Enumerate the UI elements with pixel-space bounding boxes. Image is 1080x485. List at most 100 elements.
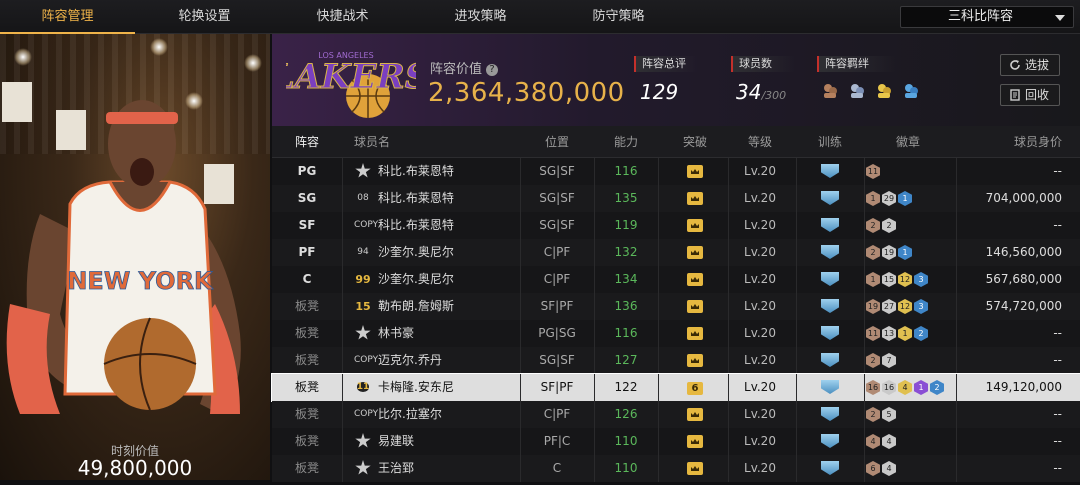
training-shield-icon[interactable]	[821, 353, 839, 367]
divider	[796, 401, 797, 428]
crown-icon[interactable]	[687, 246, 703, 259]
player-name[interactable]: 迈克尔.乔丹	[378, 347, 518, 374]
player-card-badge: 11	[356, 382, 370, 392]
divider	[956, 455, 957, 482]
crown-icon[interactable]	[687, 408, 703, 421]
crown-icon[interactable]	[687, 165, 703, 178]
col-level[interactable]: 等级	[722, 126, 798, 158]
divider	[594, 428, 595, 455]
crown-icon[interactable]	[687, 273, 703, 286]
player-name[interactable]: 比尔.拉塞尔	[378, 401, 518, 428]
bond-bronze-icon[interactable]	[821, 82, 839, 100]
player-name[interactable]: 沙奎尔.奥尼尔	[378, 239, 518, 266]
table-row[interactable]: SF COPY 科比.布莱恩特 SG|SF 119 Lv.20 22 --	[272, 212, 1080, 239]
emblem-bronze-icon: 4	[866, 434, 880, 449]
roster-table-body: PG 科比.布莱恩特 SG|SF 116 Lv.20 11 -- SG 08 科…	[271, 158, 1080, 482]
crown-icon[interactable]	[687, 462, 703, 475]
col-player-name[interactable]: 球员名	[352, 126, 392, 158]
col-emblem[interactable]: 徽章	[884, 126, 932, 158]
tab-quick-tactics[interactable]: 快捷战术	[275, 0, 410, 34]
divider	[864, 455, 865, 482]
crown-icon[interactable]	[687, 354, 703, 367]
divider	[342, 347, 343, 374]
player-badge: 15	[354, 298, 372, 315]
player-name[interactable]: 科比.布莱恩特	[378, 212, 518, 239]
divider	[520, 374, 521, 401]
training-shield-icon[interactable]	[821, 218, 839, 232]
player-name[interactable]: 王治郅	[378, 455, 518, 482]
table-row[interactable]: 板凳 易建联 PF|C 110 Lv.20 44 --	[272, 428, 1080, 455]
lineup-value-label-text: 阵容价值	[430, 62, 483, 77]
divider	[956, 239, 957, 266]
player-position: C|PF	[543, 272, 571, 286]
bond-silver-icon[interactable]	[848, 82, 866, 100]
training-shield-icon[interactable]	[821, 191, 839, 205]
table-row[interactable]: 板凳 王治郅 C 110 Lv.20 64 --	[272, 455, 1080, 482]
col-position[interactable]: 位置	[522, 126, 592, 158]
recycle-button[interactable]: 回收	[1000, 84, 1060, 106]
col-training[interactable]: 训练	[808, 126, 852, 158]
divider	[520, 428, 521, 455]
table-row[interactable]: 板凳 15 勒布朗.詹姆斯 SF|PF 136 Lv.20 19 27 12 3 57…	[272, 293, 1080, 320]
crown-icon[interactable]	[687, 192, 703, 205]
player-name[interactable]: 易建联	[378, 428, 518, 455]
divider	[342, 158, 343, 185]
table-row[interactable]: C 99 沙奎尔.奥尼尔 C|PF 134 Lv.20 1 15 12 3 567,6…	[272, 266, 1080, 293]
top-nav: 阵容管理 轮换设置 快捷战术 进攻策略 防守策略 三科比阵容	[0, 0, 1080, 34]
player-card-badge: COPY	[354, 355, 379, 365]
crown-icon[interactable]	[687, 219, 703, 232]
player-power: 134	[614, 272, 638, 286]
player-name[interactable]: 勒布朗.詹姆斯	[378, 293, 518, 320]
col-power[interactable]: 能力	[598, 126, 654, 158]
team-select-dropdown[interactable]: 三科比阵容	[900, 6, 1074, 28]
tab-lineup-management[interactable]: 阵容管理	[0, 0, 135, 34]
help-icon[interactable]: ?	[486, 63, 499, 76]
table-row[interactable]: 板凳 11 卡梅隆.安东尼 SF|PF 122 6 Lv.20 16 16 4 1 2 …	[271, 373, 1080, 402]
divider	[594, 266, 595, 293]
divider	[956, 212, 957, 239]
player-count-label: 球员数	[731, 56, 795, 72]
player-level: Lv.20	[744, 380, 776, 394]
tab-offense-strategy[interactable]: 进攻策略	[413, 0, 548, 34]
col-lineup[interactable]: 阵容	[272, 126, 342, 158]
divider	[796, 374, 797, 401]
player-name[interactable]: 林书豪	[378, 320, 518, 347]
player-power: 116	[614, 326, 638, 340]
crown-icon[interactable]	[687, 300, 703, 313]
training-shield-icon[interactable]	[821, 434, 839, 448]
player-name[interactable]: 沙奎尔.奥尼尔	[378, 266, 518, 293]
table-row[interactable]: SG 08 科比.布莱恩特 SG|SF 135 Lv.20 1 29 1 704,0…	[272, 185, 1080, 212]
col-breakthrough[interactable]: 突破	[672, 126, 718, 158]
bond-blue-icon[interactable]	[902, 82, 920, 100]
player-name[interactable]: 卡梅隆.安东尼	[378, 374, 518, 401]
player-star-icon	[355, 163, 371, 178]
training-shield-icon[interactable]	[821, 461, 839, 475]
training-shield-icon[interactable]	[821, 164, 839, 178]
player-name[interactable]: 科比.布莱恩特	[378, 158, 518, 185]
player-card[interactable]: NEW YORK 时刻价值 49,800,000	[0, 34, 270, 480]
player-name[interactable]: 科比.布莱恩特	[378, 185, 518, 212]
training-shield-icon[interactable]	[821, 245, 839, 259]
training-shield-icon[interactable]	[821, 407, 839, 421]
divider	[864, 212, 865, 239]
table-row[interactable]: PG 科比.布莱恩特 SG|SF 116 Lv.20 11 --	[272, 158, 1080, 185]
training-shield-icon[interactable]	[821, 326, 839, 340]
table-row[interactable]: 板凳 COPY 比尔.拉塞尔 C|PF 126 Lv.20 25 --	[272, 401, 1080, 428]
table-row[interactable]: 板凳 林书豪 PG|SG 116 Lv.20 11 13 1 2 --	[272, 320, 1080, 347]
training-shield-icon[interactable]	[821, 272, 839, 286]
crown-icon[interactable]	[687, 327, 703, 340]
col-player-value[interactable]: 球员身价	[972, 126, 1062, 158]
table-row[interactable]: 板凳 COPY 迈克尔.乔丹 SG|SF 127 Lv.20 27 --	[272, 347, 1080, 374]
breakthrough-cell	[682, 239, 708, 266]
breakthrough-count[interactable]: 6	[687, 382, 703, 395]
player-star-icon	[355, 433, 371, 448]
bond-gold-icon[interactable]	[875, 82, 893, 100]
crown-icon[interactable]	[687, 435, 703, 448]
tab-defense-strategy[interactable]: 防守策略	[551, 0, 686, 34]
training-shield-icon[interactable]	[821, 299, 839, 313]
training-shield-icon[interactable]	[821, 380, 839, 394]
tab-rotation-settings[interactable]: 轮换设置	[137, 0, 272, 34]
table-row[interactable]: PF 94 沙奎尔.奥尼尔 C|PF 132 Lv.20 2 19 1 146,56…	[272, 239, 1080, 266]
select-player-button[interactable]: 选拔	[1000, 54, 1060, 76]
divider	[956, 293, 957, 320]
